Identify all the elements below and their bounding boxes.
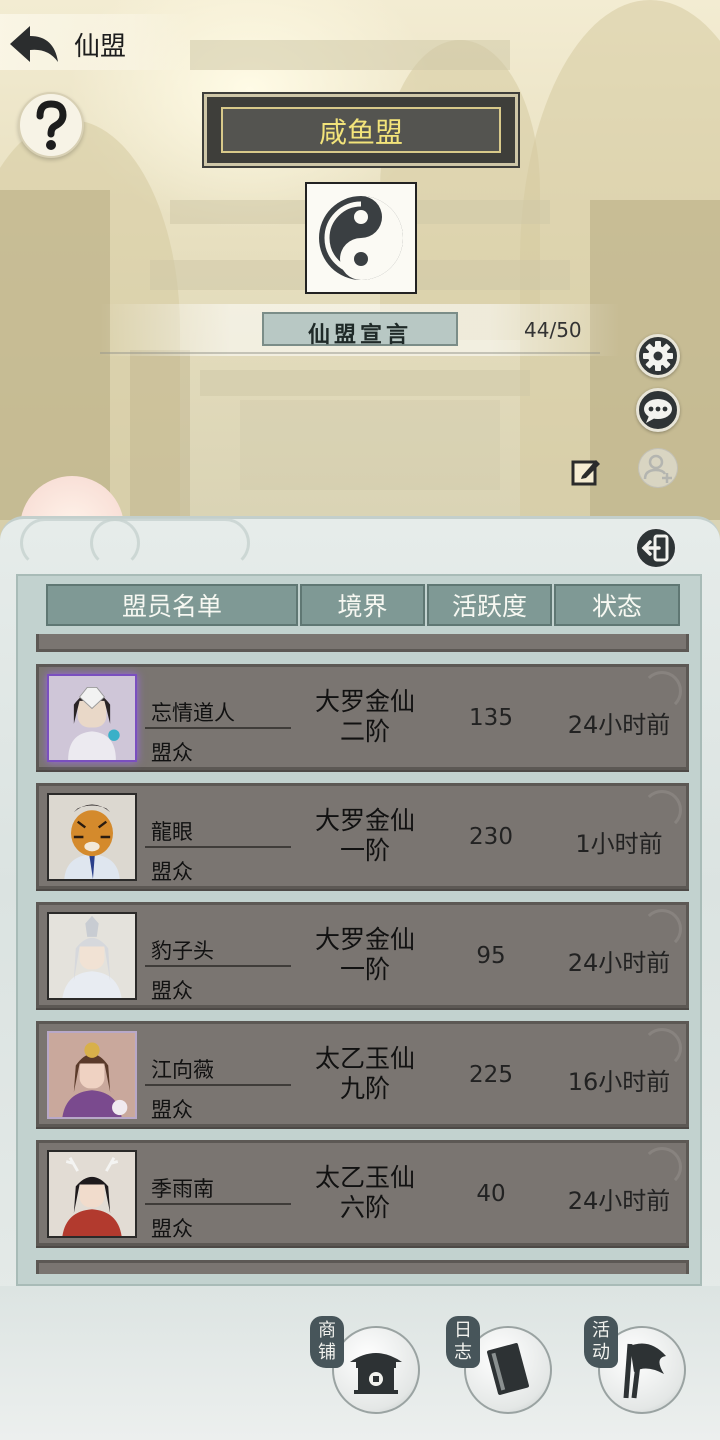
member-status: 16小时前 <box>567 1068 671 1096</box>
member-status: 24小时前 <box>567 949 671 977</box>
add-friend-button[interactable] <box>638 448 678 488</box>
member-name: 季雨南 <box>151 1177 214 1201</box>
member-activity: 40 <box>476 1181 506 1207</box>
declaration-label: 仙盟宣言 <box>307 322 412 348</box>
member-realm: 太乙玉仙 九阶 <box>291 1044 439 1104</box>
back-arrow-icon <box>10 26 58 62</box>
chat-bubble-icon <box>644 399 672 423</box>
avatar-portrait-icon <box>49 1152 135 1236</box>
realm-name: 太乙玉仙 <box>314 1163 415 1192</box>
shop-button[interactable] <box>332 1326 420 1414</box>
avatar[interactable] <box>47 1150 137 1238</box>
shop-pavilion-icon <box>350 1353 402 1394</box>
name-divider <box>145 1084 291 1086</box>
table-row[interactable]: 忘情道人 盟众 大罗金仙 二阶 135 24小时前 <box>36 664 689 770</box>
header-realm[interactable]: 境界 <box>300 584 425 626</box>
avatar-portrait-icon <box>49 914 135 998</box>
avatar-portrait-icon <box>49 1033 135 1117</box>
table-row[interactable]: 江向薇 盟众 太乙玉仙 九阶 225 16小时前 <box>36 1021 689 1127</box>
member-status: 24小时前 <box>567 711 671 739</box>
avatar-portrait-icon <box>49 676 135 760</box>
member-realm: 大罗金仙 一阶 <box>291 925 439 985</box>
guild-name-plaque: 咸鱼盟 <box>204 94 518 166</box>
realm-stage: 六阶 <box>339 1193 390 1222</box>
member-activity: 95 <box>476 943 506 969</box>
table-row[interactable]: 龍眼 盟众 大罗金仙 一阶 230 1小时前 <box>36 783 689 889</box>
back-button[interactable] <box>6 22 62 66</box>
help-button[interactable] <box>18 92 84 158</box>
avatar[interactable] <box>47 1031 137 1119</box>
declaration-button[interactable]: 仙盟宣言 <box>262 312 458 348</box>
member-activity: 135 <box>469 705 513 731</box>
member-status: 1小时前 <box>575 830 663 858</box>
avatar[interactable] <box>47 912 137 1000</box>
realm-stage: 九阶 <box>339 1074 390 1103</box>
guild-emblem[interactable] <box>305 182 417 294</box>
member-role: 盟众 <box>151 1217 193 1241</box>
cloud-decoration <box>90 518 250 568</box>
shop-label[interactable]: 商铺 <box>310 1316 344 1368</box>
name-divider <box>145 846 291 848</box>
realm-stage: 二阶 <box>339 717 390 746</box>
member-activity: 230 <box>469 824 513 850</box>
guild-name: 咸鱼盟 <box>318 116 403 149</box>
header-member-list[interactable]: 盟员名单 <box>46 584 298 626</box>
table-row[interactable]: 季雨南 盟众 太乙玉仙 六阶 40 24小时前 <box>36 1140 689 1246</box>
exit-door-icon <box>641 534 669 562</box>
table-row-partial[interactable] <box>36 634 689 652</box>
avatar-portrait-icon <box>49 795 135 879</box>
realm-name: 大罗金仙 <box>314 925 415 954</box>
member-count: 44/50 <box>524 318 582 342</box>
edit-declaration-button[interactable] <box>570 456 602 488</box>
member-name: 忘情道人 <box>151 701 235 725</box>
name-divider <box>145 727 291 729</box>
settings-button[interactable] <box>636 334 680 378</box>
events-label[interactable]: 活动 <box>584 1316 618 1368</box>
question-mark-icon <box>36 100 67 150</box>
avatar[interactable] <box>47 674 137 762</box>
member-name: 龍眼 <box>151 820 193 844</box>
member-role: 盟众 <box>151 1098 193 1122</box>
realm-stage: 一阶 <box>339 955 390 984</box>
yin-yang-icon <box>319 196 403 280</box>
member-realm: 大罗金仙 一阶 <box>291 806 439 866</box>
table-row-partial[interactable] <box>36 1260 689 1274</box>
name-divider <box>145 965 291 967</box>
member-status: 24小时前 <box>567 1187 671 1215</box>
edit-icon <box>571 460 600 486</box>
member-name: 江向薇 <box>151 1058 214 1082</box>
log-label[interactable]: 日志 <box>446 1316 480 1368</box>
member-realm: 大罗金仙 二阶 <box>291 687 439 747</box>
member-role: 盟众 <box>151 860 193 884</box>
avatar[interactable] <box>47 793 137 881</box>
realm-name: 大罗金仙 <box>314 687 415 716</box>
declaration-divider <box>100 352 600 354</box>
member-role: 盟众 <box>151 741 193 765</box>
table-row[interactable]: 豹子头 盟众 大罗金仙 一阶 95 24小时前 <box>36 902 689 1008</box>
exit-guild-button[interactable] <box>634 526 678 570</box>
member-name: 豹子头 <box>151 939 214 963</box>
chat-button[interactable] <box>636 388 680 432</box>
header-status[interactable]: 状态 <box>554 584 680 626</box>
page-title: 仙盟 <box>74 32 127 62</box>
member-activity: 225 <box>469 1062 513 1088</box>
realm-name: 太乙玉仙 <box>314 1044 415 1073</box>
member-role: 盟众 <box>151 979 193 1003</box>
name-divider <box>145 1203 291 1205</box>
add-friend-icon <box>643 454 672 483</box>
member-realm: 太乙玉仙 六阶 <box>291 1163 439 1223</box>
gear-icon <box>643 341 673 371</box>
header-activity[interactable]: 活跃度 <box>427 584 552 626</box>
realm-name: 大罗金仙 <box>314 806 415 835</box>
realm-stage: 一阶 <box>339 836 390 865</box>
